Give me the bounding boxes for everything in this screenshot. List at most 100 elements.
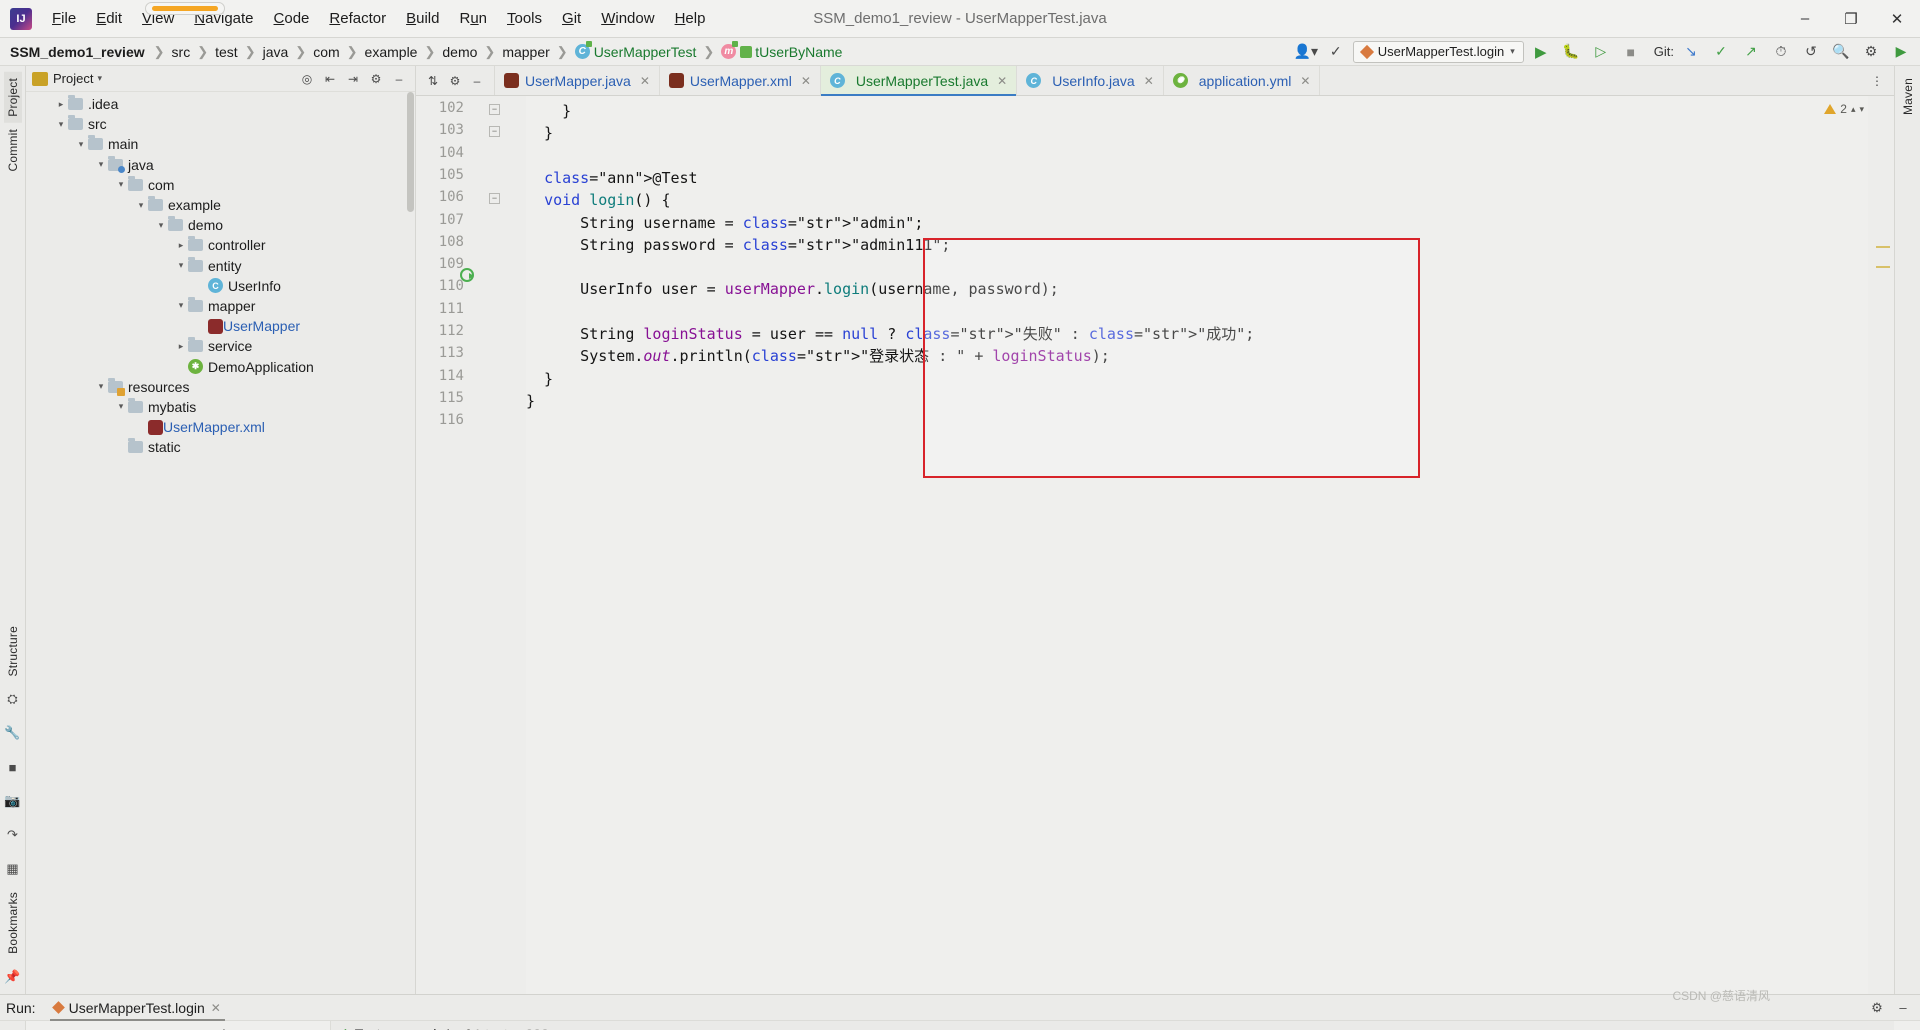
tab-usermapper-java[interactable]: UserMapper.java ✕ [495, 66, 660, 95]
hide-icon[interactable]: – [389, 69, 409, 89]
collapse-all-icon[interactable]: ⇥ [343, 69, 363, 89]
settings-gear-icon[interactable]: ⚙ [1858, 40, 1884, 64]
breadcrumb-com[interactable]: com [311, 44, 341, 60]
editor-right-gutter[interactable] [1868, 96, 1894, 994]
git-update-icon[interactable]: ↘ [1678, 40, 1704, 64]
run-configuration-selector[interactable]: UserMapperTest.login ▾ [1352, 40, 1524, 63]
tree-toggle-icon[interactable] [154, 220, 168, 231]
breadcrumb-class[interactable]: C UserMapperTest [573, 41, 699, 60]
inspection-warning-badge[interactable]: 2 ▴ ▾ [1824, 102, 1864, 116]
menu-file[interactable]: File [42, 6, 86, 31]
project-tree[interactable]: .idea srcmain java com example demo controller… [26, 92, 415, 994]
tree-toggle-icon[interactable] [54, 119, 68, 130]
tab-application-yml[interactable]: ✺ application.yml ✕ [1164, 66, 1321, 95]
square-icon[interactable]: ■ [3, 757, 23, 777]
ide-run-icon[interactable]: ▶ [1888, 40, 1914, 64]
expand-all-icon[interactable]: ⇤ [121, 1024, 143, 1030]
breadcrumb-example[interactable]: example [363, 44, 420, 60]
bookmark-arrow-icon[interactable]: ↷ [3, 825, 23, 845]
tree-node[interactable]: resources [26, 377, 415, 397]
close-icon[interactable]: ✕ [211, 1001, 221, 1015]
history-icon[interactable]: ⏱ [213, 1024, 235, 1030]
breadcrumb-project[interactable]: SSM_demo1_review [8, 44, 149, 60]
rail-project[interactable]: Project [3, 72, 22, 123]
debug-button[interactable]: 🐛 [1558, 40, 1584, 64]
tree-toggle-icon[interactable] [134, 200, 148, 211]
menu-code[interactable]: Code [264, 6, 320, 31]
tree-toggle-icon[interactable] [94, 381, 108, 392]
menu-window[interactable]: Window [591, 6, 664, 31]
database-icon[interactable]: ⛭ [3, 689, 23, 709]
menu-tools[interactable]: Tools [497, 6, 552, 31]
breadcrumb-java[interactable]: java [261, 44, 291, 60]
run-button[interactable]: ▶ [1528, 40, 1554, 64]
tab-usermappertest-java[interactable]: C UserMapperTest.java ✕ [820, 66, 1018, 96]
tree-toggle-icon[interactable] [114, 179, 128, 190]
close-icon[interactable]: ✕ [801, 74, 811, 88]
tree-node[interactable]: C UserInfo [26, 276, 415, 296]
tree-node[interactable]: service [26, 336, 415, 356]
breadcrumb-demo[interactable]: demo [440, 44, 479, 60]
prev-test-icon[interactable]: ↑ [167, 1024, 189, 1030]
code-fold-icon[interactable]: − [489, 104, 500, 115]
tree-node[interactable]: com [26, 175, 415, 195]
chevron-down-icon[interactable]: ▾ [1859, 104, 1864, 115]
tree-node[interactable]: ✱ DemoApplication [26, 356, 415, 376]
grid-icon[interactable]: ▦ [3, 859, 23, 879]
close-icon[interactable]: ✕ [1300, 74, 1310, 88]
search-icon[interactable]: 🔍 [1828, 40, 1854, 64]
undo-icon[interactable]: ↺ [1798, 40, 1824, 64]
editor-area[interactable]: 102 103 104 105 106 107 108 109 110 111 112 113 114 1… [416, 96, 1894, 994]
chevron-down-icon[interactable]: ▾ [97, 73, 102, 84]
tree-toggle-icon[interactable] [54, 99, 68, 110]
sort-alpha-icon[interactable]: ↓≡ [75, 1024, 97, 1030]
hide-icon[interactable]: – [1892, 997, 1914, 1019]
menu-edit[interactable]: Edit [86, 6, 132, 31]
tree-node[interactable]: src [26, 114, 415, 134]
menu-help[interactable]: Help [665, 6, 716, 31]
breadcrumb-src[interactable]: src [170, 44, 193, 60]
tree-node[interactable]: UserMapper.xml [26, 417, 415, 437]
camera-icon[interactable]: 📷 [3, 791, 23, 811]
tree-node[interactable]: main [26, 134, 415, 154]
stop-button[interactable]: ■ [1618, 40, 1644, 64]
menu-git[interactable]: Git [552, 6, 591, 31]
close-icon[interactable]: ✕ [1144, 74, 1154, 88]
close-icon[interactable]: ✕ [640, 74, 650, 88]
rail-maven[interactable]: Maven [1899, 72, 1917, 121]
git-push-icon[interactable]: ↗ [1738, 40, 1764, 64]
tree-node[interactable]: mapper [26, 296, 415, 316]
tree-toggle-icon[interactable] [174, 240, 188, 251]
tree-node[interactable]: controller [26, 235, 415, 255]
menu-build[interactable]: Build [396, 6, 449, 31]
sort-icon[interactable]: ⇅ [422, 70, 444, 92]
pin-icon[interactable]: 📌 [3, 967, 23, 987]
rail-structure[interactable]: Structure [4, 620, 22, 683]
wrench-icon[interactable]: 🔧 [3, 723, 23, 743]
editor-gutter[interactable]: 102 103 104 105 106 107 108 109 110 111 112 113 114 1… [416, 96, 526, 994]
project-panel-title[interactable]: Project [53, 71, 93, 86]
tree-node[interactable]: entity [26, 256, 415, 276]
tab-usermapper-xml[interactable]: UserMapper.xml ✕ [660, 66, 821, 95]
editor-code[interactable]: } } class="ann">@Test void login() { Str… [526, 96, 1868, 994]
tree-node[interactable]: static [26, 437, 415, 457]
hide-icon[interactable]: – [466, 70, 488, 92]
close-button[interactable]: ✕ [1874, 0, 1920, 38]
gear-icon[interactable]: ⚙ [366, 69, 386, 89]
more-tabs-icon[interactable]: ⋮ [1866, 70, 1888, 92]
tab-userinfo-java[interactable]: C UserInfo.java ✕ [1017, 66, 1164, 95]
tree-node[interactable]: mybatis [26, 397, 415, 417]
tree-toggle-icon[interactable] [114, 401, 128, 412]
collapse-all-icon[interactable]: ⇥ [144, 1024, 166, 1030]
next-test-icon[interactable]: ↓ [190, 1024, 212, 1030]
rail-commit[interactable]: Commit [4, 123, 22, 178]
locate-file-icon[interactable]: ◎ [297, 69, 317, 89]
project-tree-scrollbar[interactable] [407, 92, 414, 212]
gear-icon[interactable]: ⚙ [1866, 997, 1888, 1019]
show-passed-icon[interactable]: ✓ [29, 1024, 51, 1030]
run-tab[interactable]: UserMapperTest.login ✕ [46, 996, 229, 1021]
sort-duration-icon[interactable]: ↑≡ [98, 1024, 120, 1030]
tree-node[interactable]: UserMapper [26, 316, 415, 336]
breadcrumb-method[interactable]: m tUserByName [719, 41, 844, 60]
minimize-button[interactable]: – [1782, 0, 1828, 38]
